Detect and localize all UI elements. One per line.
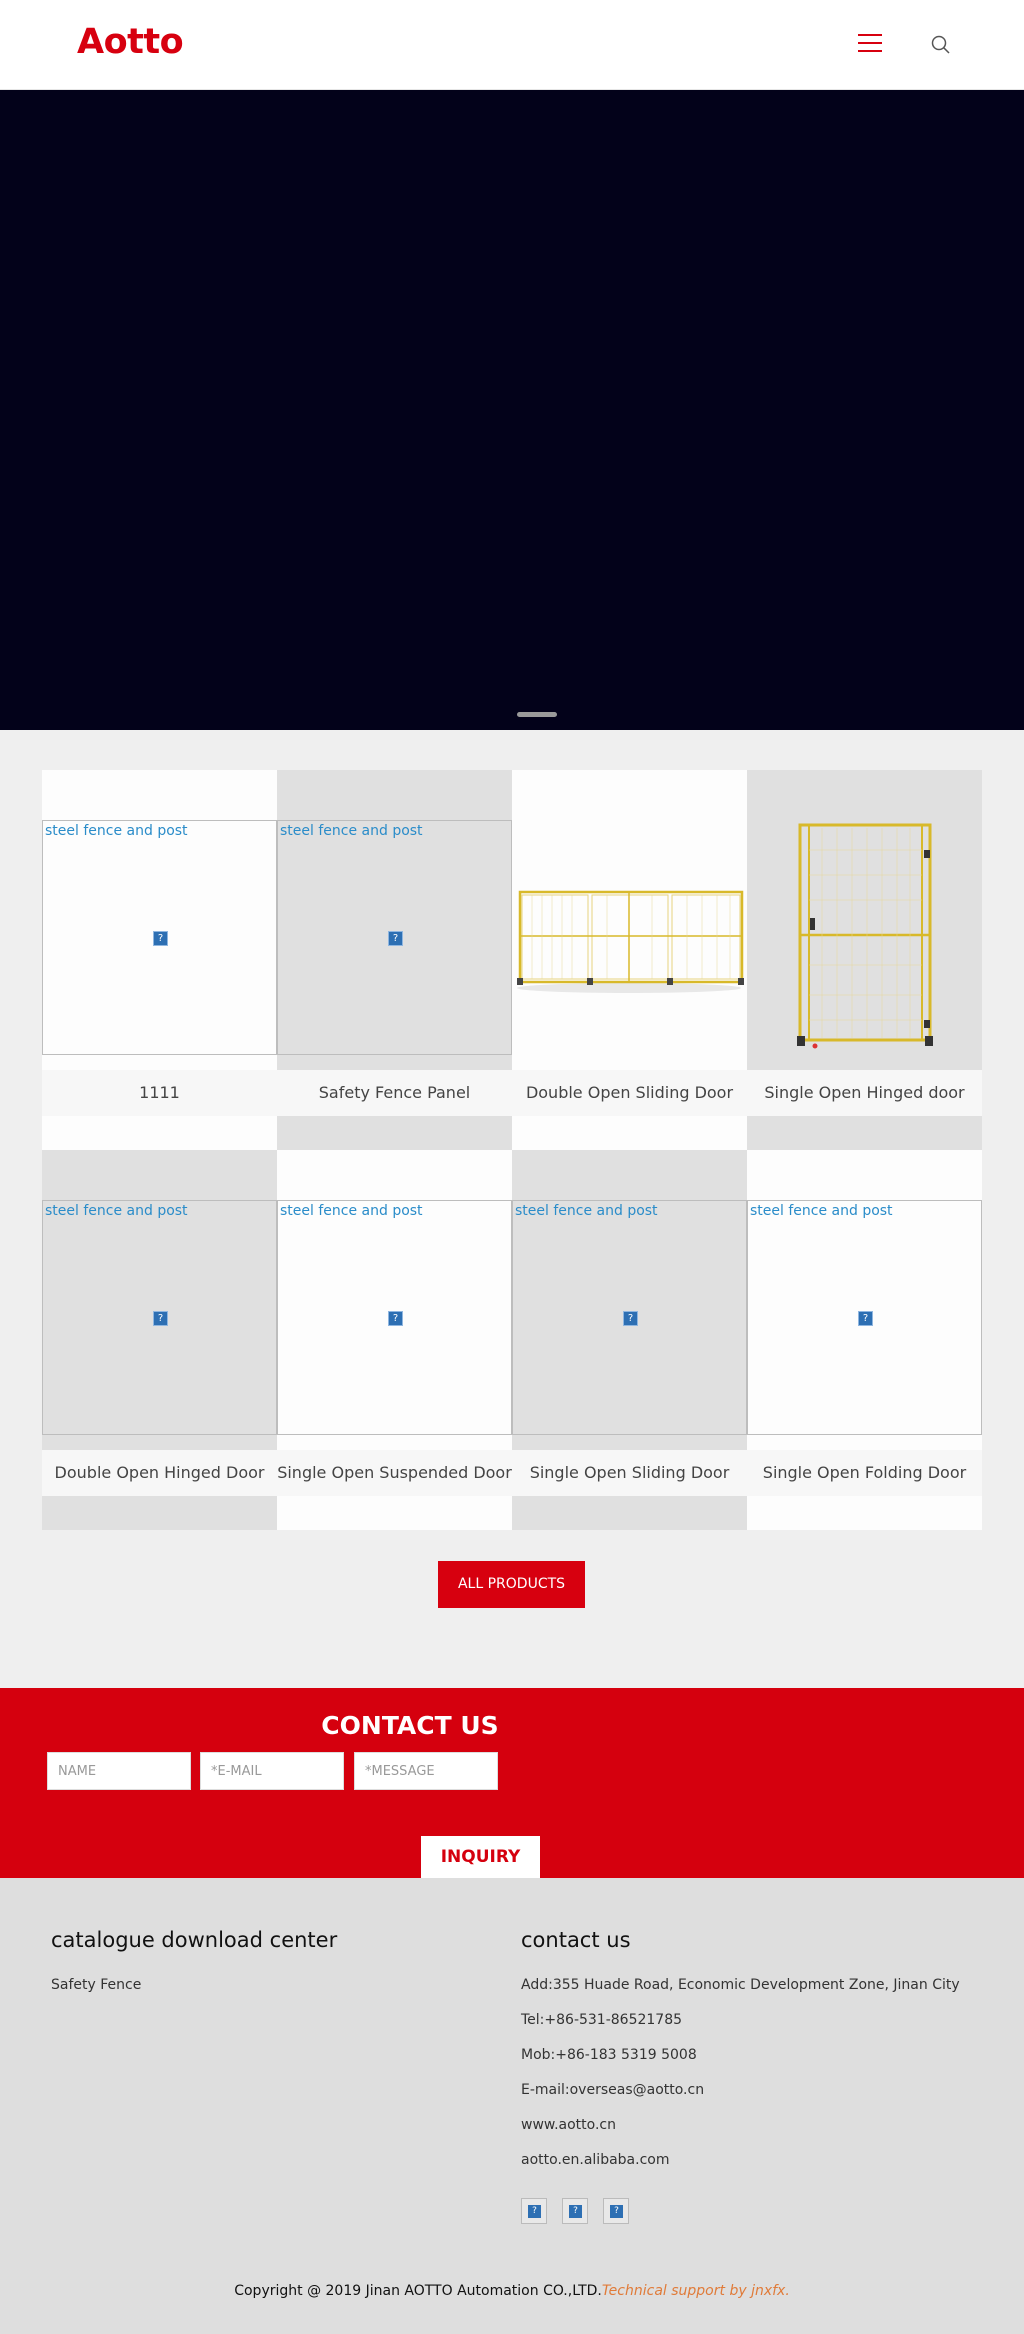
all-products-button[interactable]: ALL PRODUCTS: [438, 1561, 585, 1608]
email-field[interactable]: *E-MAIL: [200, 1752, 344, 1790]
social-icon-3[interactable]: ?: [603, 2198, 629, 2224]
contact-heading: contact us: [521, 1928, 631, 1952]
contact-section: CONTACT US NAME *E-MAIL *MESSAGE INQUIRY: [0, 1688, 1024, 1878]
site-footer: catalogue download center Safety Fence c…: [0, 1878, 1024, 2334]
social-icon-1[interactable]: ?: [521, 2198, 547, 2224]
product-image-broken[interactable]: steel fence and post ?: [277, 1200, 512, 1435]
brand-logo[interactable]: Aotto: [77, 22, 184, 62]
product-name[interactable]: Single Open Suspended Door: [277, 1450, 512, 1496]
message-field[interactable]: *MESSAGE: [354, 1752, 498, 1790]
product-name[interactable]: Double Open Hinged Door: [42, 1450, 277, 1496]
hinged-door-image[interactable]: [747, 770, 982, 1070]
copyright-text: Copyright @ 2019 Jinan AOTTO Automation …: [234, 2283, 602, 2299]
image-alt-text: steel fence and post: [750, 1203, 893, 1219]
image-alt-text: steel fence and post: [515, 1203, 658, 1219]
image-alt-text: steel fence and post: [45, 823, 188, 839]
product-image-broken[interactable]: steel fence and post ?: [42, 1200, 277, 1435]
tech-support-link[interactable]: Technical support by jnxfx.: [602, 2283, 790, 2299]
carousel-indicator[interactable]: [517, 712, 557, 717]
product-card[interactable]: Double Open Sliding Door: [512, 770, 747, 1150]
catalogue-heading: catalogue download center: [51, 1928, 338, 1952]
image-alt-text: steel fence and post: [280, 823, 423, 839]
image-alt-text: steel fence and post: [280, 1203, 423, 1219]
sliding-door-image[interactable]: [512, 770, 747, 1070]
contact-title: CONTACT US: [321, 1711, 499, 1740]
site-header: Aotto: [0, 0, 1024, 90]
copyright-line: Copyright @ 2019 Jinan AOTTO Automation …: [0, 2283, 1024, 2299]
product-image-broken[interactable]: steel fence and post ?: [747, 1200, 982, 1435]
product-name[interactable]: Single Open Sliding Door: [512, 1450, 747, 1496]
hamburger-menu-icon[interactable]: [858, 34, 882, 54]
product-card[interactable]: steel fence and post ? Single Open Foldi…: [747, 1150, 982, 1530]
product-image-broken[interactable]: steel fence and post ?: [512, 1200, 747, 1435]
broken-image-icon: ?: [153, 931, 168, 946]
social-icon-2[interactable]: ?: [562, 2198, 588, 2224]
product-name[interactable]: Single Open Hinged door: [747, 1070, 982, 1116]
hero-banner: [0, 90, 1024, 730]
product-card[interactable]: steel fence and post ? Safety Fence Pane…: [277, 770, 512, 1150]
product-card[interactable]: Single Open Hinged door: [747, 770, 982, 1150]
address-text: Add:355 Huade Road, Economic Development…: [521, 1977, 960, 1993]
inquiry-button[interactable]: INQUIRY: [421, 1836, 540, 1878]
product-name[interactable]: Double Open Sliding Door: [512, 1070, 747, 1116]
broken-image-icon: ?: [388, 1311, 403, 1326]
broken-image-icon: ?: [623, 1311, 638, 1326]
email-text[interactable]: E-mail:overseas@aotto.cn: [521, 2082, 704, 2098]
broken-image-icon: ?: [858, 1311, 873, 1326]
catalogue-link[interactable]: Safety Fence: [51, 1977, 141, 1993]
product-card[interactable]: steel fence and post ? Single Open Suspe…: [277, 1150, 512, 1530]
product-image-broken[interactable]: steel fence and post ?: [42, 820, 277, 1055]
search-icon[interactable]: [930, 34, 952, 56]
product-card[interactable]: steel fence and post ? Single Open Slidi…: [512, 1150, 747, 1530]
product-image-broken[interactable]: steel fence and post ?: [277, 820, 512, 1055]
tel-text: Tel:+86-531-86521785: [521, 2012, 683, 2028]
broken-image-icon: ?: [388, 931, 403, 946]
broken-image-icon: ?: [153, 1311, 168, 1326]
product-card[interactable]: steel fence and post ? 1111: [42, 770, 277, 1150]
product-name[interactable]: Safety Fence Panel: [277, 1070, 512, 1116]
image-alt-text: steel fence and post: [45, 1203, 188, 1219]
product-card[interactable]: steel fence and post ? Double Open Hinge…: [42, 1150, 277, 1530]
name-field[interactable]: NAME: [47, 1752, 191, 1790]
mob-text: Mob:+86-183 5319 5008: [521, 2047, 697, 2063]
product-name[interactable]: Single Open Folding Door: [747, 1450, 982, 1496]
alibaba-link[interactable]: aotto.en.alibaba.com: [521, 2152, 669, 2168]
product-name[interactable]: 1111: [42, 1070, 277, 1116]
website-link[interactable]: www.aotto.cn: [521, 2117, 616, 2133]
